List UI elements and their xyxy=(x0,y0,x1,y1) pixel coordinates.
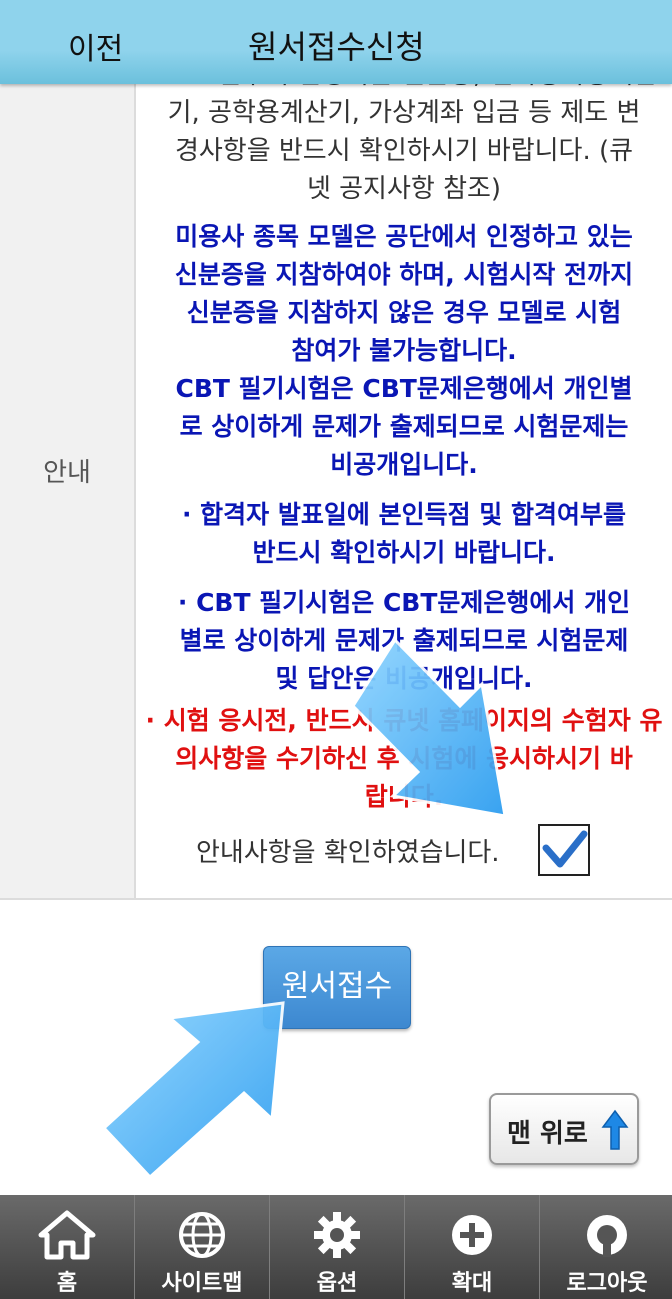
bottom-nav: 홈 사이트맵 옵션 확대 로그아웃 xyxy=(0,1195,672,1299)
nav-label: 로그아웃 xyxy=(566,1271,648,1296)
nav-home[interactable]: 홈 xyxy=(0,1195,134,1299)
globe-icon xyxy=(179,1212,225,1258)
info-label-cell: 안내 xyxy=(0,84,136,898)
confirm-label: 안내사항을 확인하였습니다. xyxy=(196,838,500,868)
notice-paragraph: 2019년부터 변경되는 신분증, 전자공학용계산 기, 공학용계산기, 가상계… xyxy=(151,84,657,204)
nav-label: 사이트맵 xyxy=(161,1271,243,1296)
app-header: 이전 원서접수신청 xyxy=(0,0,672,84)
info-table: 안내 2019년부터 변경되는 신분증, 전자공학용계산 기, 공학용계산기, … xyxy=(0,84,672,900)
nav-sitemap[interactable]: 사이트맵 xyxy=(135,1195,269,1299)
notice-paragraph: · CBT 필기시험은 CBT문제은행에서 개인 별로 상이하게 문제가 출제되… xyxy=(177,588,631,693)
power-icon xyxy=(587,1215,627,1257)
info-label: 안내 xyxy=(43,458,91,488)
notice-paragraph: · 합격자 발표일에 본인득점 및 합격여부를 반드시 확인하시기 바랍니다. xyxy=(181,500,627,567)
nav-label: 홈 xyxy=(56,1271,78,1296)
notice-paragraph-warning: · 시험 응시전, 반드시 큐넷 홈페이지의 수험자 유 의사항을 수기하신 후… xyxy=(145,706,663,811)
notice-paragraph: 미용사 종목 모델은 공단에서 인정하고 있는 신분증을 지참하여야 하며, 시… xyxy=(174,222,634,365)
back-button[interactable]: 이전 xyxy=(68,24,123,68)
back-to-top-label: 맨 위로 xyxy=(507,1119,588,1149)
nav-label: 확대 xyxy=(451,1271,493,1296)
gear-icon xyxy=(314,1212,360,1258)
checkmark-icon xyxy=(542,830,588,868)
arrow-up-icon xyxy=(601,1109,629,1150)
nav-label: 옵션 xyxy=(316,1271,358,1296)
home-icon xyxy=(38,1210,96,1260)
nav-options[interactable]: 옵션 xyxy=(270,1195,404,1299)
annotation-arrow-submit xyxy=(101,1001,285,1180)
page-title: 원서접수신청 xyxy=(248,28,425,66)
back-to-top-button[interactable]: 맨 위로 xyxy=(489,1093,639,1165)
submit-application-button[interactable]: 원서접수 xyxy=(263,946,411,1029)
nav-logout[interactable]: 로그아웃 xyxy=(540,1195,672,1299)
notice-paragraph: CBT 필기시험은 CBT문제은행에서 개인별 로 상이하게 문제가 출제되므로… xyxy=(175,374,633,479)
info-content-cell: 2019년부터 변경되는 신분증, 전자공학용계산 기, 공학용계산기, 가상계… xyxy=(136,84,672,898)
nav-zoom[interactable]: 확대 xyxy=(405,1195,539,1299)
zoom-plus-icon xyxy=(452,1215,492,1255)
confirm-checkbox[interactable] xyxy=(538,824,590,876)
